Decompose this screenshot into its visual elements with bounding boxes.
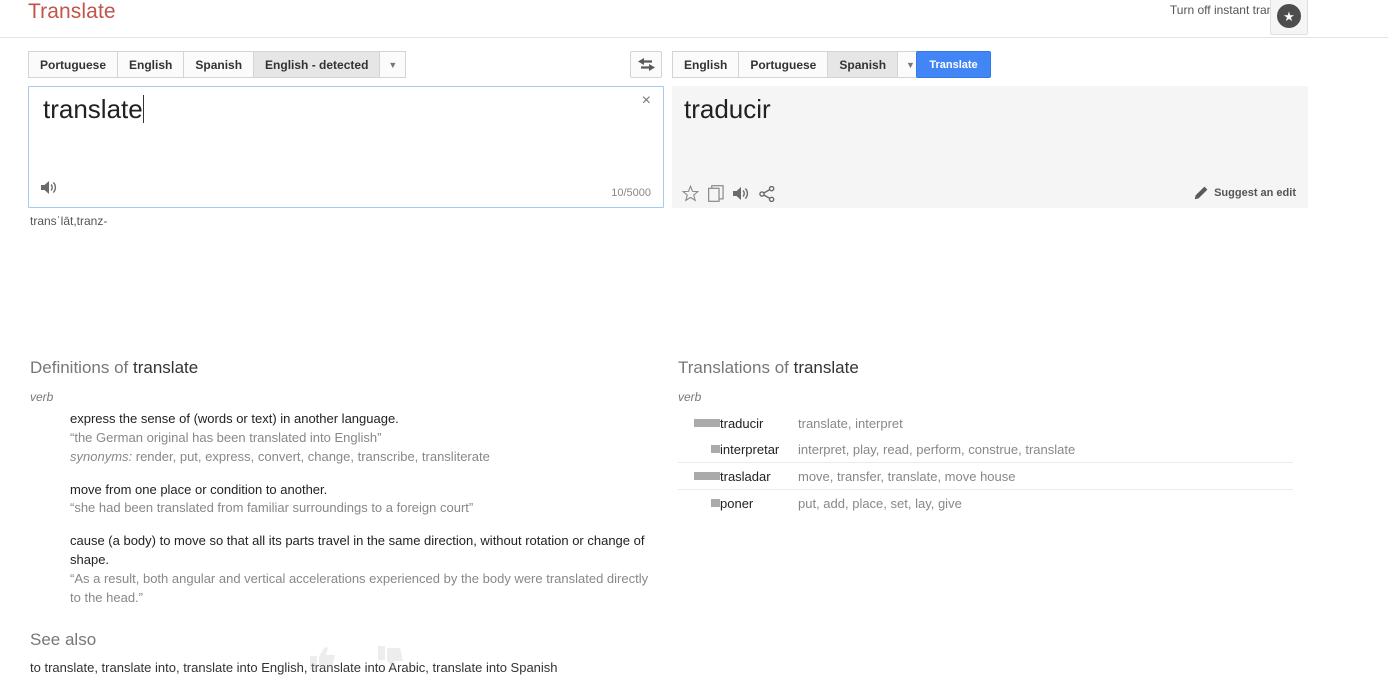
- swap-arrows-icon: [637, 58, 655, 71]
- synonyms-label: synonyms:: [70, 448, 133, 464]
- definitions-part-of-speech: verb: [30, 390, 54, 404]
- definition-example: “she had been translated from familiar s…: [70, 500, 474, 516]
- definition-text: express the sense of (words or text) in …: [70, 411, 399, 426]
- star-icon: [682, 185, 699, 202]
- copy-button[interactable]: [708, 185, 724, 202]
- definition-text: cause (a body) to move so that all its p…: [70, 533, 645, 568]
- frequency-bar-cell: [678, 490, 720, 517]
- translation-word[interactable]: traducir: [720, 410, 798, 436]
- table-row[interactable]: interpretar interpret, play, read, perfo…: [678, 436, 1293, 463]
- translations-column: Translations of translate verb traducir …: [678, 358, 1298, 516]
- favorites-star-button[interactable]: ★: [1270, 0, 1308, 35]
- clear-source-button[interactable]: ×: [642, 93, 651, 109]
- translation-word[interactable]: trasladar: [720, 462, 798, 490]
- definition-synonyms: synonyms: render, put, express, convert,…: [70, 448, 650, 467]
- source-lang-dropdown-chevron-down-icon[interactable]: ▼: [380, 51, 407, 78]
- feedback-buttons: [310, 646, 404, 670]
- share-icon: [759, 185, 775, 202]
- thumbs-down-icon[interactable]: [378, 646, 404, 670]
- source-listen-button[interactable]: [41, 180, 58, 200]
- target-lang-spanish[interactable]: Spanish: [828, 51, 899, 78]
- copy-icon: [708, 185, 724, 202]
- translation-meanings: translate, interpret: [798, 415, 903, 431]
- frequency-bar-cell: [678, 410, 720, 436]
- source-phonetic: transˈlāt,tranz-: [30, 214, 108, 228]
- thumbs-up-icon[interactable]: [310, 646, 336, 670]
- synonyms-list: render, put, express, convert, change, t…: [132, 448, 490, 464]
- source-language-tabs: Portuguese English Spanish English - det…: [28, 51, 407, 78]
- translation-word[interactable]: interpretar: [720, 436, 798, 463]
- definition-entry: cause (a body) to move so that all its p…: [70, 532, 650, 607]
- translate-button[interactable]: Translate: [916, 51, 991, 78]
- table-row[interactable]: trasladar move, transfer, translate, mov…: [678, 462, 1293, 490]
- text-cursor: [142, 95, 144, 123]
- translation-word[interactable]: poner: [720, 490, 798, 517]
- target-lang-english[interactable]: English: [672, 51, 740, 78]
- suggest-an-edit-button[interactable]: Suggest an edit: [1194, 186, 1296, 200]
- frequency-bar: [694, 419, 720, 427]
- save-star-button[interactable]: [682, 185, 699, 202]
- definition-example: “the German original has been translated…: [70, 429, 382, 445]
- source-lang-portuguese[interactable]: Portuguese: [28, 51, 119, 78]
- speaker-icon: [733, 187, 749, 200]
- frequency-bar: [711, 499, 720, 507]
- output-listen-button[interactable]: [733, 186, 750, 201]
- definition-example: “As a result, both angular and vertical …: [70, 570, 649, 605]
- source-text-value: translate: [43, 94, 144, 124]
- translation-meanings: interpret, play, read, perform, construe…: [798, 436, 1293, 463]
- source-text-area[interactable]: translate × 10/5000: [28, 86, 664, 208]
- definition-entry: express the sense of (words or text) in …: [70, 410, 650, 467]
- app-header: Translate Turn off instant translation ★: [0, 0, 1388, 38]
- source-lang-detected[interactable]: English - detected: [254, 51, 381, 78]
- target-lang-portuguese[interactable]: Portuguese: [739, 51, 829, 78]
- suggest-an-edit-label: Suggest an edit: [1214, 187, 1296, 199]
- output-action-bar: [682, 185, 775, 202]
- frequency-bar-cell: [678, 462, 720, 490]
- definitions-heading: Definitions of translate: [30, 358, 199, 377]
- translations-table: traducir translate, interpret interpreta…: [678, 410, 1293, 516]
- character-counter: 10/5000: [611, 187, 651, 199]
- target-language-tabs: English Portuguese Spanish ▼: [672, 51, 924, 78]
- speaker-icon: [41, 181, 57, 194]
- source-lang-spanish[interactable]: Spanish: [184, 51, 255, 78]
- share-button[interactable]: [759, 185, 775, 202]
- output-text-value: traducir: [684, 94, 771, 124]
- translations-part-of-speech: verb: [678, 390, 702, 404]
- translation-panels: translate × 10/5000 transˈlāt,tranz- tra…: [0, 86, 1388, 228]
- definition-text: move from one place or condition to anot…: [70, 481, 328, 497]
- table-row[interactable]: traducir translate, interpret: [678, 410, 1293, 436]
- table-row[interactable]: poner put, add, place, set, lay, give: [678, 490, 1293, 517]
- frequency-bar: [711, 445, 720, 453]
- pencil-icon: [1194, 186, 1208, 200]
- swap-languages-button[interactable]: [630, 51, 662, 78]
- source-lang-english[interactable]: English: [118, 51, 185, 78]
- translation-meanings: put, add, place, set, lay, give: [798, 495, 962, 511]
- translation-meanings: move, transfer, translate, move house: [798, 462, 1293, 490]
- frequency-bar-cell: [678, 436, 720, 463]
- star-icon: ★: [1277, 4, 1301, 28]
- definition-entry: move from one place or condition to anot…: [70, 481, 650, 519]
- definitions-column: Definitions of translate verb express th…: [30, 358, 650, 675]
- frequency-bar: [694, 472, 720, 480]
- translations-heading: Translations of translate: [678, 358, 859, 377]
- language-toolbar: Portuguese English Spanish English - det…: [0, 38, 1388, 86]
- page-title: Translate: [28, 0, 116, 23]
- output-text-area: traducir Suggest an edit: [672, 86, 1308, 208]
